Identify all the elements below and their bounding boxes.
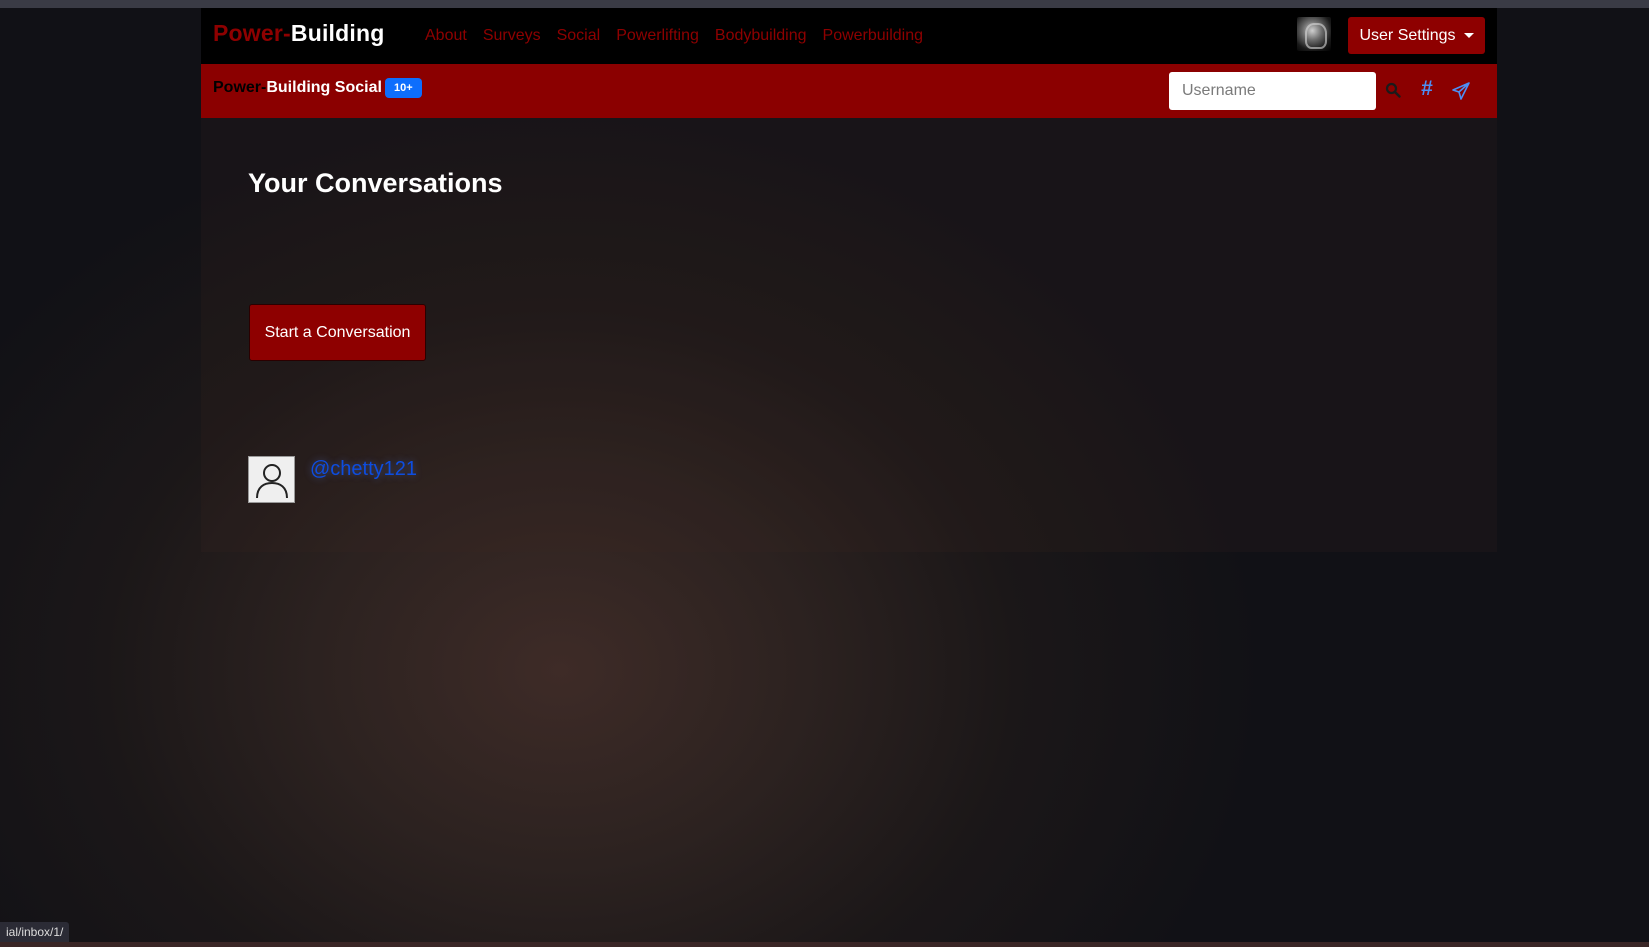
brand-logo[interactable]: Power-Building <box>213 20 384 47</box>
send-message-icon[interactable] <box>1449 79 1473 103</box>
social-brand[interactable]: Power-Building Social <box>213 79 382 97</box>
social-subbar: Power-Building Social 10+ # <box>201 64 1497 118</box>
conversation-username-link[interactable]: @chetty121 <box>310 458 417 503</box>
conversation-list-item[interactable]: @chetty121 <box>248 456 417 503</box>
nav-link-about[interactable]: About <box>425 27 467 45</box>
nav-link-social[interactable]: Social <box>557 27 601 45</box>
default-avatar-icon <box>248 456 295 503</box>
notification-badge[interactable]: 10+ <box>385 78 422 98</box>
social-brand-power: Power- <box>213 79 267 96</box>
brand-part-building: Building <box>290 20 385 46</box>
start-conversation-button[interactable]: Start a Conversation <box>249 304 426 361</box>
search-icon[interactable] <box>1381 78 1405 102</box>
brand-part-power: Power- <box>213 20 291 46</box>
user-avatar[interactable] <box>1297 17 1331 51</box>
nav-link-surveys[interactable]: Surveys <box>483 27 541 45</box>
status-bar-url: ial/inbox/1/ <box>0 922 70 942</box>
nav-link-powerbuilding[interactable]: Powerbuilding <box>823 27 924 45</box>
browser-top-strip <box>0 0 1649 8</box>
page-title: Your Conversations <box>248 168 503 198</box>
bottom-strip <box>0 942 1649 947</box>
main-navbar: Power-Building About Surveys Social Powe… <box>201 8 1497 64</box>
hashtag-icon[interactable]: # <box>1416 76 1438 102</box>
nav-link-bodybuilding[interactable]: Bodybuilding <box>715 27 807 45</box>
caret-down-icon <box>1463 33 1474 38</box>
user-settings-dropdown[interactable]: User Settings <box>1348 17 1485 54</box>
social-brand-building: Building Social <box>266 79 382 96</box>
username-search-input[interactable] <box>1169 72 1376 110</box>
nav-link-powerlifting[interactable]: Powerlifting <box>616 27 699 45</box>
nav-links: About Surveys Social Powerlifting Bodybu… <box>425 27 923 45</box>
user-settings-label: User Settings <box>1359 26 1456 44</box>
conversations-panel: Your Conversations Start a Conversation … <box>201 118 1497 552</box>
